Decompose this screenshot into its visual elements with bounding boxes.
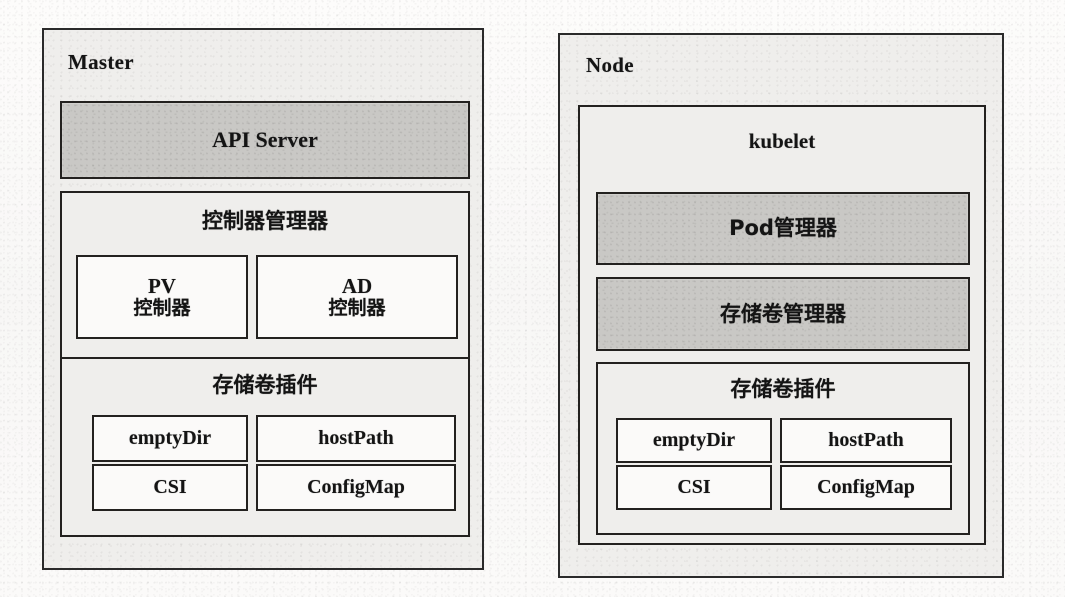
node-plugin-csi-box[interactable]: CSI (616, 465, 772, 510)
volume-manager-box[interactable]: 存储卷管理器 (596, 277, 970, 351)
pv-controller-label: PV 控制器 (78, 257, 246, 337)
pod-manager-box[interactable]: Pod管理器 (596, 192, 970, 265)
ad-controller-line1: AD (341, 274, 373, 298)
node-plugin-hostpath-box[interactable]: hostPath (780, 418, 952, 463)
kubelet-box[interactable]: kubelet Pod管理器 存储卷管理器 存储卷插件 emptyDir hos… (578, 105, 986, 545)
node-plugin-emptydir-box[interactable]: emptyDir (616, 418, 772, 463)
node-plugin-csi-label: CSI (677, 476, 711, 498)
pv-controller-box[interactable]: PV 控制器 (76, 255, 248, 339)
master-plugin-hostpath-box[interactable]: hostPath (256, 415, 456, 462)
master-plugin-configmap-label: ConfigMap (307, 476, 405, 498)
node-volume-plugin-box[interactable]: 存储卷插件 emptyDir hostPath CSI ConfigMap (596, 362, 970, 535)
node-panel: Node kubelet Pod管理器 存储卷管理器 存储卷插件 emptyDi… (558, 33, 1004, 578)
node-plugin-configmap-box[interactable]: ConfigMap (780, 465, 952, 510)
master-panel-title: Master (68, 50, 134, 74)
master-plugin-hostpath-label: hostPath (318, 427, 394, 449)
pv-controller-line1: PV (147, 274, 176, 298)
master-plugin-csi-label: CSI (153, 476, 187, 498)
api-server-label: API Server (212, 127, 318, 153)
node-plugin-configmap-label: ConfigMap (817, 476, 915, 498)
controller-manager-label: 控制器管理器 (202, 209, 328, 233)
master-plugin-emptydir-box[interactable]: emptyDir (92, 415, 248, 462)
node-volume-plugin-label: 存储卷插件 (730, 377, 836, 401)
node-plugin-hostpath-label: hostPath (828, 429, 904, 451)
volume-manager-label: 存储卷管理器 (720, 301, 846, 326)
ad-controller-line2: 控制器 (328, 297, 386, 320)
master-plugin-csi-box[interactable]: CSI (92, 464, 248, 511)
kubelet-label: kubelet (748, 129, 816, 153)
api-server-box[interactable]: API Server (60, 101, 470, 179)
diagram-canvas: Master API Server 控制器管理器 PV 控制器 AD 控制器 存… (0, 0, 1065, 597)
master-panel: Master API Server 控制器管理器 PV 控制器 AD 控制器 存… (42, 28, 484, 570)
pv-controller-line2: 控制器 (133, 297, 191, 320)
ad-controller-box[interactable]: AD 控制器 (256, 255, 458, 339)
node-plugin-emptydir-label: emptyDir (652, 429, 736, 451)
master-plugin-emptydir-label: emptyDir (128, 427, 212, 449)
master-volume-plugin-label: 存储卷插件 (212, 373, 318, 397)
node-panel-title: Node (586, 53, 634, 77)
master-plugin-configmap-box[interactable]: ConfigMap (256, 464, 456, 511)
master-volume-plugin-box[interactable]: 存储卷插件 emptyDir hostPath CSI ConfigMap (60, 357, 470, 537)
pod-manager-label: Pod管理器 (729, 216, 837, 241)
ad-controller-label: AD 控制器 (258, 257, 456, 337)
